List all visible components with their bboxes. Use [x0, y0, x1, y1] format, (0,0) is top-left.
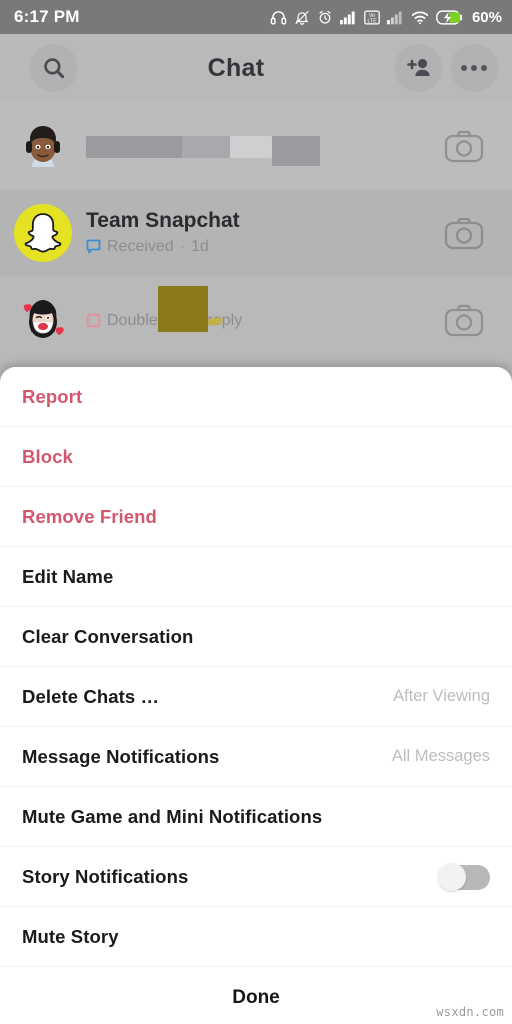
sheet-item-value: All Messages: [391, 747, 490, 765]
sheet-item-label: Edit Name: [22, 565, 114, 587]
chat-row[interactable]: Double-tap to reply: [0, 276, 512, 363]
redaction-block: [272, 135, 320, 166]
chat-row-text: Double-tap to reply: [86, 285, 444, 332]
add-friend-button[interactable]: [394, 44, 442, 92]
camera-icon[interactable]: [444, 129, 484, 163]
camera-icon[interactable]: [444, 216, 484, 250]
sheet-item-message-notifications[interactable]: Message Notifications All Messages: [0, 727, 512, 787]
chat-bubble-icon: [86, 239, 101, 254]
svg-text:LTE: LTE: [367, 18, 377, 24]
chat-row-text: Team Snapchat Received · 1d: [86, 208, 444, 258]
chat-list: Screenshot · just now: [0, 102, 512, 363]
page-title: Chat: [207, 53, 265, 82]
sheet-item-label: Block: [22, 445, 73, 467]
chat-row-time: 1d: [191, 237, 209, 255]
chat-row-name: Team Snapchat: [86, 208, 240, 232]
chat-row[interactable]: Team Snapchat Received · 1d: [0, 189, 512, 276]
more-options-button[interactable]: [450, 44, 498, 92]
status-bar: 6:17 PM Vo LTE 60%: [0, 0, 512, 34]
battery-charging-icon: [436, 9, 462, 25]
chat-row-separator: ·: [179, 237, 186, 255]
bitmoji-headphones-avatar[interactable]: [14, 117, 72, 175]
conversation-settings-sheet: Report Block Remove Friend Edit Name Cle…: [0, 367, 512, 1024]
done-button-label: Done: [232, 987, 280, 1008]
redaction-block: [86, 135, 182, 158]
sheet-item-remove-friend[interactable]: Remove Friend: [0, 487, 512, 547]
sheet-item-block[interactable]: Block: [0, 427, 512, 487]
sheet-item-mute-story[interactable]: Mute Story: [0, 907, 512, 967]
signal-bars-secondary-icon: [386, 11, 402, 24]
battery-percentage: 60%: [471, 8, 502, 26]
sheet-item-label: Mute Game and Mini Notifications: [22, 805, 323, 827]
headphones-icon: [270, 10, 287, 25]
sheet-item-label: Delete Chats …: [22, 685, 160, 707]
chat-row[interactable]: Screenshot · just now: [0, 102, 512, 189]
bitmoji-mask-hearts-avatar[interactable]: [14, 291, 72, 349]
sheet-item-label: Story Notifications: [22, 865, 189, 887]
toggle-knob: [438, 862, 466, 891]
volte-icon: Vo LTE: [364, 9, 380, 25]
bell-muted-icon: [295, 10, 309, 25]
more-options-icon: [461, 65, 487, 71]
sheet-item-report[interactable]: Report: [0, 367, 512, 427]
sheet-item-edit-name[interactable]: Edit Name: [0, 547, 512, 607]
sheet-item-story-notifications[interactable]: Story Notifications: [0, 847, 512, 907]
camera-icon[interactable]: [444, 303, 484, 337]
chat-header-bar: Chat: [0, 34, 512, 102]
redaction-block: [230, 135, 272, 158]
watermark: wsxdn.com: [436, 1005, 504, 1019]
search-icon: [44, 58, 65, 79]
sheet-item-label: Clear Conversation: [22, 625, 194, 647]
redaction-block: [158, 285, 208, 332]
sheet-item-delete-chats[interactable]: Delete Chats … After Viewing: [0, 667, 512, 727]
sheet-item-label: Report: [22, 385, 83, 407]
sheet-item-value: After Viewing: [393, 687, 490, 705]
sheet-item-label: Message Notifications: [22, 745, 220, 767]
sheet-item-label: Remove Friend: [22, 505, 157, 527]
chat-row-text: Screenshot · just now: [86, 134, 444, 166]
alarm-clock-icon: [319, 10, 331, 24]
redaction-block: [182, 135, 230, 158]
search-button[interactable]: [30, 44, 78, 92]
wifi-icon: [411, 11, 429, 24]
chat-row-status-text: Received: [107, 237, 174, 255]
status-clock: 6:17 PM: [14, 7, 80, 26]
sheet-item-mute-game-mini-notifications[interactable]: Mute Game and Mini Notifications: [0, 787, 512, 847]
add-friend-icon: [407, 58, 430, 76]
sheet-item-label: Mute Story: [22, 925, 119, 947]
status-icon-group: Vo LTE 60%: [270, 9, 502, 26]
chat-row-status: Double-tap to reply: [86, 310, 444, 332]
phone-screen: 6:17 PM Vo LTE 60% Chat Team Snapchat Re…: [0, 0, 512, 1024]
sheet-item-clear-conversation[interactable]: Clear Conversation: [0, 607, 512, 667]
done-button[interactable]: Done: [0, 967, 512, 1024]
signal-bars-icon: [339, 11, 355, 24]
chat-row-status: Received · 1d: [86, 236, 444, 258]
snap-square-icon: [86, 313, 101, 328]
snapchat-ghost-avatar[interactable]: [14, 203, 72, 262]
story-notifications-toggle[interactable]: [438, 862, 490, 891]
